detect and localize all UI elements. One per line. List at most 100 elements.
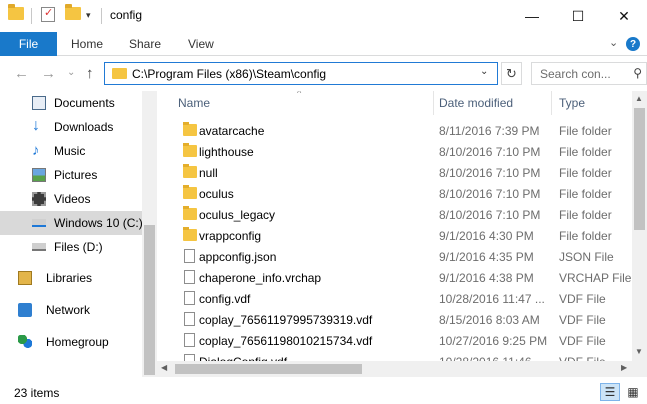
tab-home[interactable]: Home <box>71 32 103 56</box>
column-header-type[interactable]: Type <box>559 91 585 115</box>
nav-item-documents[interactable]: Documents <box>0 91 142 115</box>
address-bar[interactable]: C:\Program Files (x86)\Steam\config <box>104 62 498 85</box>
file-icon <box>184 291 195 305</box>
nav-item-libraries[interactable]: Libraries <box>0 266 142 290</box>
column-divider[interactable] <box>433 91 434 115</box>
file-date-modified: 9/1/2016 4:35 PM <box>439 250 534 264</box>
file-icon <box>184 312 195 326</box>
file-list-vertical-scrollbar[interactable]: ▲ ▼ <box>632 91 647 361</box>
scroll-down-icon[interactable]: ▼ <box>635 347 643 356</box>
folder-icon <box>8 4 24 20</box>
qa-separator <box>31 8 32 24</box>
file-row[interactable]: coplay_76561197995739319.vdf 8/15/2016 8:… <box>171 309 631 330</box>
column-header-name[interactable]: Name <box>178 91 210 115</box>
scroll-right-icon[interactable]: ▶ <box>621 363 627 372</box>
file-type: File folder <box>559 229 612 243</box>
nav-item-label: Windows 10 (C:) <box>54 216 143 230</box>
scroll-left-icon[interactable]: ◀ <box>161 363 167 372</box>
file-row[interactable]: chaperone_info.vrchap 9/1/2016 4:38 PM VRC… <box>171 267 631 288</box>
scrollbar-thumb[interactable] <box>175 364 362 374</box>
file-name: chaperone_info.vrchap <box>199 271 322 285</box>
nav-item-windows-10-c[interactable]: Windows 10 (C:) <box>0 211 143 235</box>
refresh-button[interactable]: ↻ <box>501 62 522 85</box>
maximize-button[interactable]: ☐ <box>555 0 601 32</box>
file-date-modified: 10/27/2016 9:25 PM <box>439 334 548 348</box>
minimize-button[interactable]: — <box>509 0 555 32</box>
scrollbar-thumb[interactable] <box>144 225 155 375</box>
recent-locations-button[interactable]: ⌄ <box>67 67 75 78</box>
folder-icon <box>183 122 197 136</box>
file-type: VDF File <box>559 292 606 306</box>
file-row[interactable]: oculus_legacy 8/10/2016 7:10 PM File folde… <box>171 204 631 225</box>
back-button[interactable]: ← <box>14 65 29 82</box>
homegroup-icon <box>18 335 32 349</box>
videos-icon <box>32 192 46 206</box>
tab-view[interactable]: View <box>188 32 214 56</box>
file-type: File folder <box>559 187 612 201</box>
navigation-scrollbar[interactable] <box>142 91 157 377</box>
forward-button[interactable]: → <box>41 65 56 82</box>
folder-icon <box>183 206 197 220</box>
help-icon[interactable]: ? <box>626 37 640 51</box>
file-list-horizontal-scrollbar[interactable]: ◀ ▶ <box>157 361 647 377</box>
folder-icon <box>112 68 127 79</box>
new-folder-icon[interactable] <box>65 4 81 20</box>
nav-item-files-d[interactable]: Files (D:) <box>0 235 142 259</box>
column-header-date-modified[interactable]: Date modified <box>439 91 513 115</box>
libraries-icon <box>18 271 32 285</box>
file-type: File folder <box>559 166 612 180</box>
network-icon <box>18 303 32 317</box>
folder-icon <box>183 185 197 199</box>
file-row[interactable]: lighthouse 8/10/2016 7:10 PM File folder <box>171 141 631 162</box>
up-button[interactable]: ↑ <box>86 65 94 82</box>
music-icon: ♪ <box>32 142 40 159</box>
file-row[interactable]: avatarcache 8/11/2016 7:39 PM File folder <box>171 120 631 141</box>
documents-icon <box>32 96 46 110</box>
file-row[interactable]: null 8/10/2016 7:10 PM File folder <box>171 162 631 183</box>
nav-item-videos[interactable]: Videos <box>0 187 142 211</box>
nav-item-label: Music <box>54 144 86 158</box>
close-button[interactable]: ✕ <box>601 0 647 32</box>
navigation-pane: Documents ↓ Downloads ♪ Music Pictures V… <box>0 91 157 377</box>
nav-item-homegroup[interactable]: Homegroup <box>0 330 142 354</box>
folder-icon <box>183 143 197 157</box>
search-placeholder: Search con... <box>540 67 611 81</box>
file-icon <box>184 249 195 263</box>
file-row[interactable]: oculus 8/10/2016 7:10 PM File folder <box>171 183 631 204</box>
file-type: VDF File <box>559 313 606 327</box>
address-path[interactable]: C:\Program Files (x86)\Steam\config <box>132 67 326 81</box>
file-row[interactable]: appconfig.json 9/1/2016 4:35 PM JSON File <box>171 246 631 267</box>
drive-c-icon <box>32 219 46 227</box>
nav-item-label: Libraries <box>46 271 93 285</box>
large-icons-view-button[interactable]: ▦ <box>623 383 643 401</box>
search-input[interactable]: Search con... ⚲ <box>531 62 647 85</box>
details-view-button[interactable]: ☰ <box>600 383 620 401</box>
tab-file[interactable]: File <box>0 32 57 56</box>
properties-icon[interactable] <box>41 6 55 22</box>
file-type: File folder <box>559 145 612 159</box>
tab-share[interactable]: Share <box>129 32 161 56</box>
search-icon[interactable]: ⚲ <box>633 66 642 80</box>
address-dropdown-icon[interactable]: ⌄ <box>480 66 488 77</box>
customize-quick-access-icon[interactable]: ▾ <box>86 10 91 21</box>
file-type: JSON File <box>559 250 614 264</box>
nav-item-label: Homegroup <box>46 335 109 349</box>
nav-item-music[interactable]: ♪ Music <box>0 139 142 163</box>
column-divider[interactable] <box>551 91 552 115</box>
window-title: config <box>110 8 143 22</box>
nav-item-downloads[interactable]: ↓ Downloads <box>0 115 142 139</box>
file-name: oculus_legacy <box>199 208 276 222</box>
file-type: VRCHAP File <box>559 271 632 285</box>
file-row[interactable]: coplay_76561198010215734.vdf 10/27/2016 9… <box>171 330 631 351</box>
nav-item-pictures[interactable]: Pictures <box>0 163 142 187</box>
file-list: ^ Name Date modified Type avatarcache 8/1… <box>157 91 647 377</box>
file-row[interactable]: vrappconfig 9/1/2016 4:30 PM File folder <box>171 225 631 246</box>
file-row[interactable]: config.vdf 10/28/2016 11:47 ... VDF File <box>171 288 631 309</box>
file-name: oculus <box>199 187 234 201</box>
nav-item-network[interactable]: Network <box>0 298 142 322</box>
scrollbar-thumb[interactable] <box>634 108 645 230</box>
folder-icon <box>183 164 197 178</box>
expand-ribbon-icon[interactable]: ⌄ <box>609 36 618 49</box>
scroll-up-icon[interactable]: ▲ <box>635 94 643 103</box>
folder-icon <box>183 227 197 241</box>
